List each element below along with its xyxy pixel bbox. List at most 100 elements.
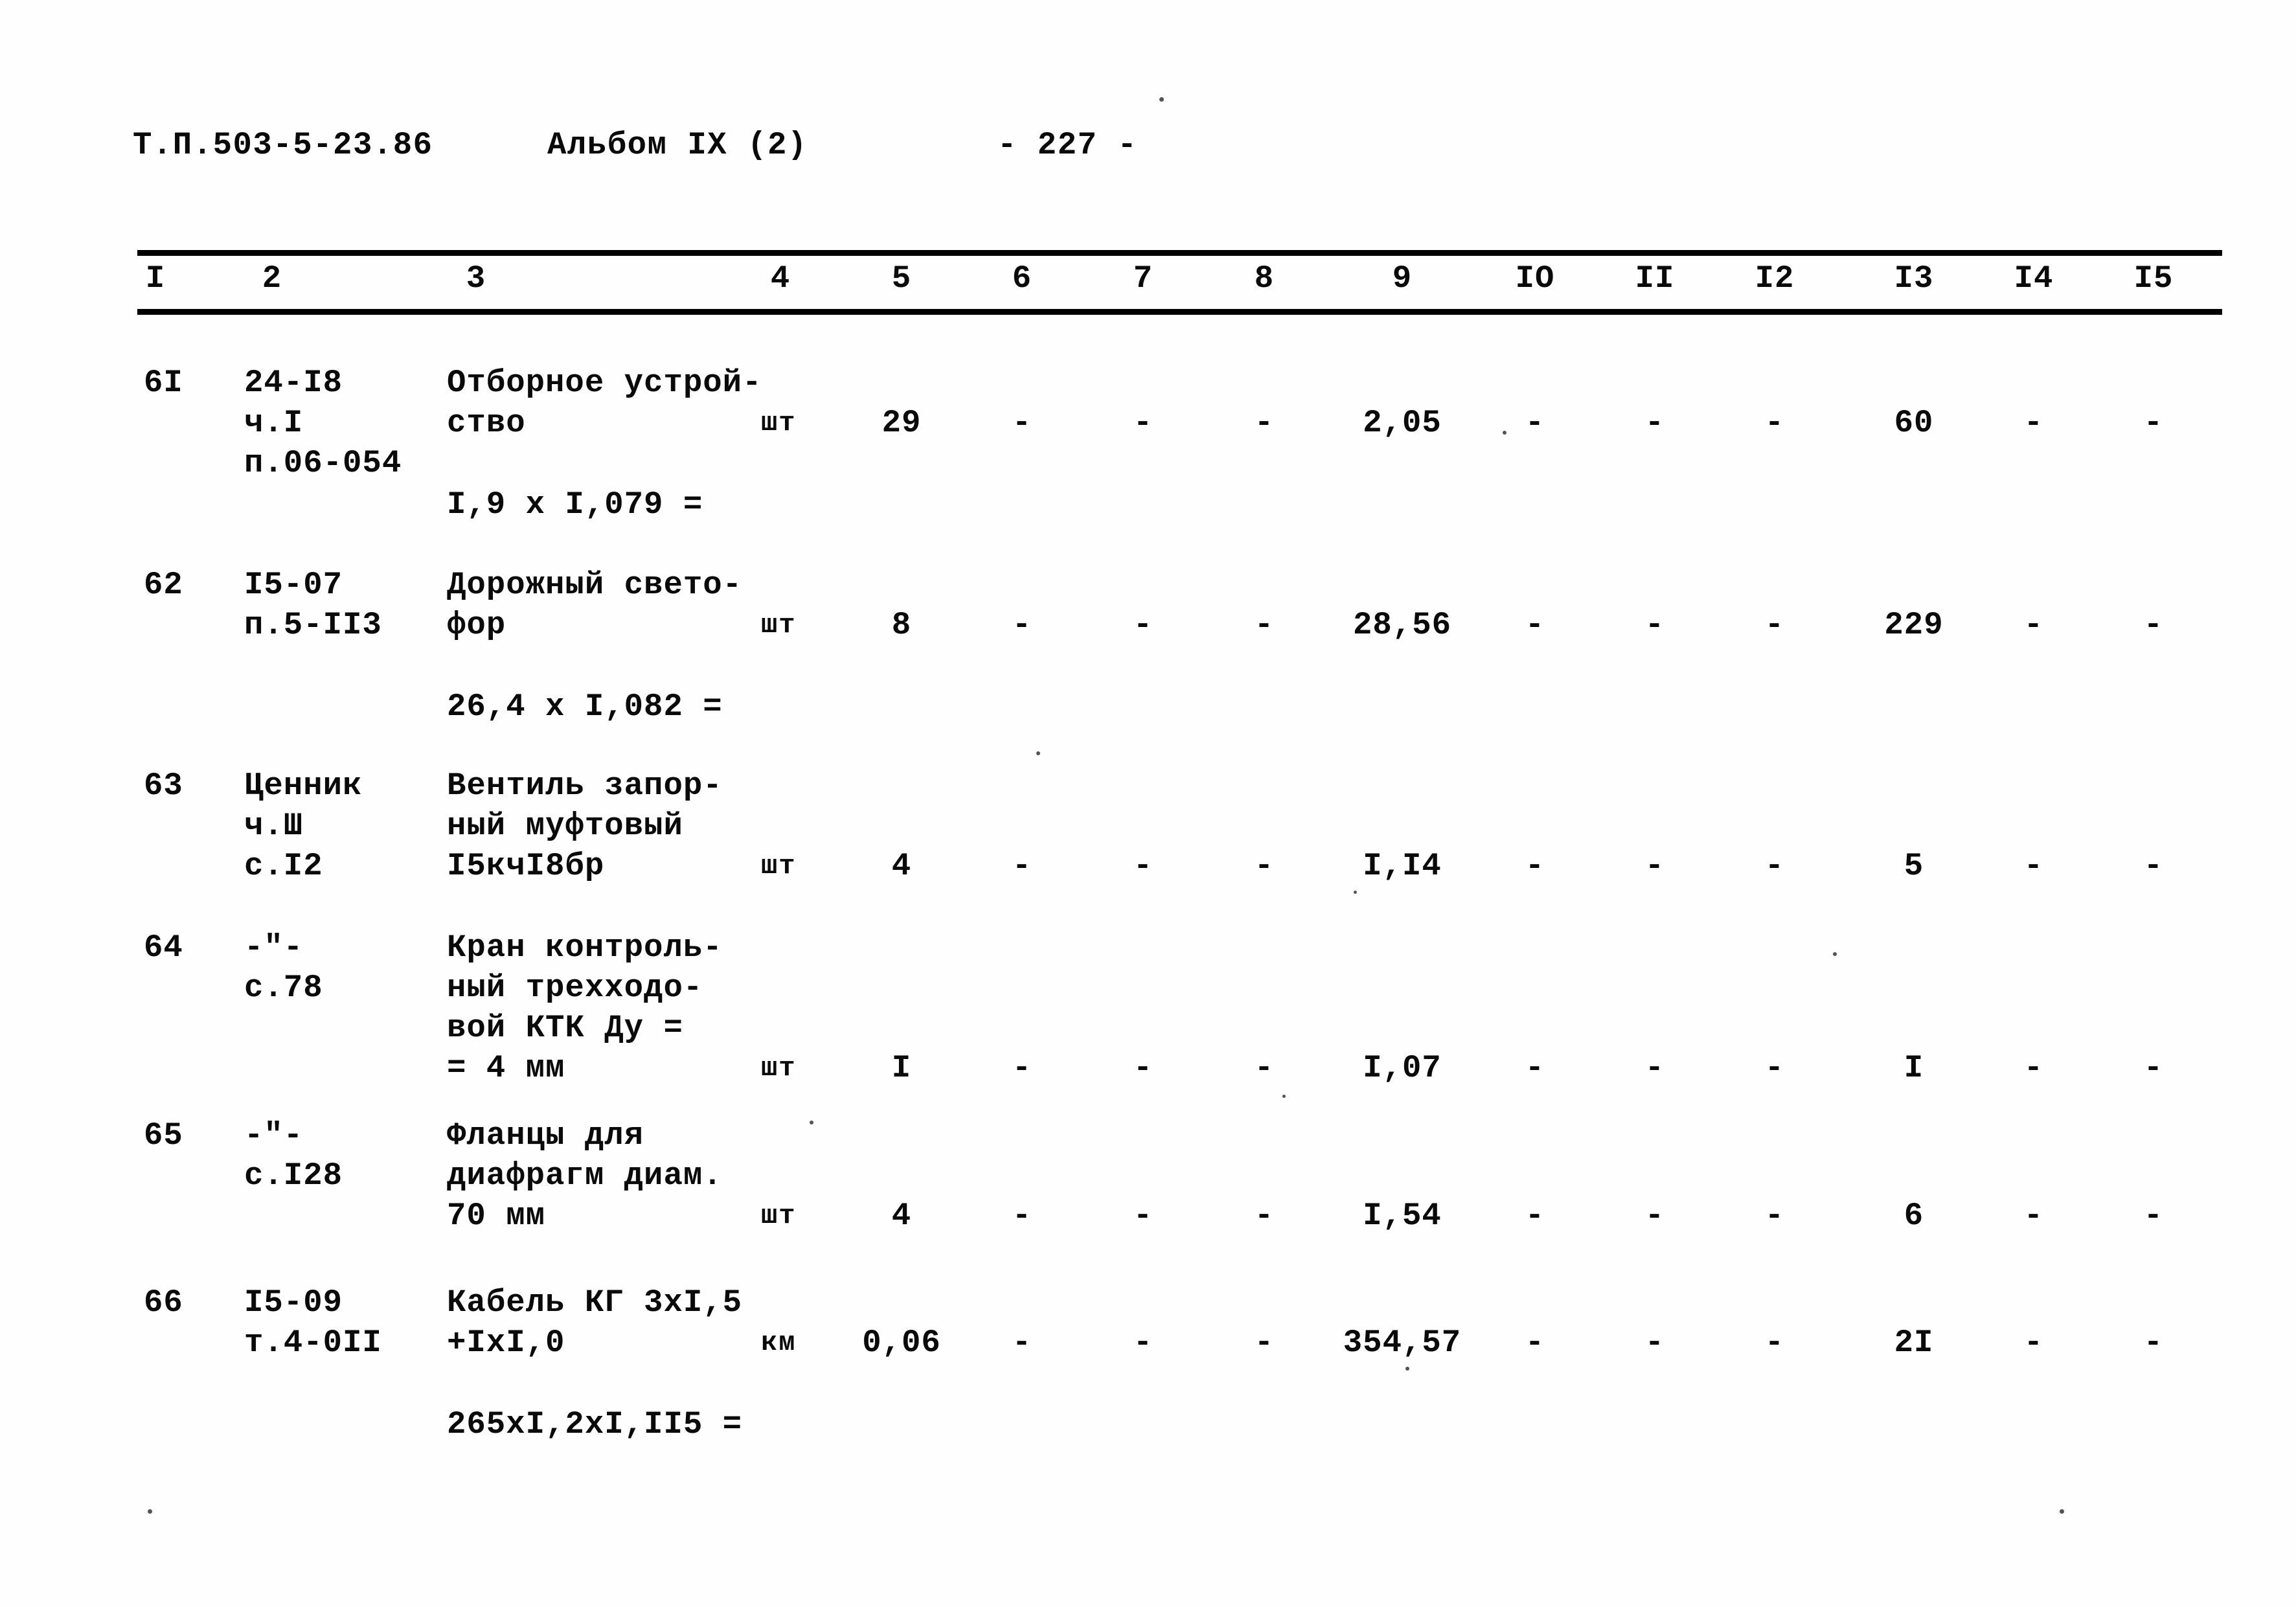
row-value-col-6: - xyxy=(1012,1198,1032,1234)
row-value-col-7: - xyxy=(1133,1325,1154,1361)
row-value-col-5: 4 xyxy=(891,1198,912,1234)
row-value-col-6: - xyxy=(1012,405,1032,441)
row-value-col-9: 354,57 xyxy=(1343,1325,1462,1361)
row-value-col-9: I,07 xyxy=(1363,1050,1442,1086)
row-reference-code: п.06-054 xyxy=(244,445,402,481)
row-description: Кабель КГ 3хI,5 xyxy=(447,1284,743,1321)
row-reference-code: с.I2 xyxy=(244,848,323,884)
row-value-col-15: - xyxy=(2143,848,2164,884)
row-description: ный муфтовый xyxy=(447,808,683,844)
row-value-col-9: 28,56 xyxy=(1352,607,1452,643)
row-unit: шт xyxy=(761,407,797,439)
column-header-1: I xyxy=(145,260,166,297)
column-header-4: 4 xyxy=(770,260,791,297)
row-description: фор xyxy=(447,607,506,643)
row-value-col-5: 29 xyxy=(881,405,922,441)
row-value-col-13: 6 xyxy=(1904,1198,1924,1234)
row-item-number: 66 xyxy=(144,1284,183,1321)
row-value-col-13: 229 xyxy=(1884,607,1944,643)
row-value-col-10: - xyxy=(1525,848,1545,884)
row-value-col-12: - xyxy=(1764,1325,1785,1361)
row-value-col-11: - xyxy=(1644,607,1665,643)
row-reference-code: с.I28 xyxy=(244,1157,343,1194)
row-value-col-14: - xyxy=(2023,405,2044,441)
row-value-col-12: - xyxy=(1764,1198,1785,1234)
row-value-col-9: I,54 xyxy=(1363,1198,1442,1234)
row-value-col-12: - xyxy=(1764,848,1785,884)
row-value-col-8: - xyxy=(1254,607,1275,643)
album-designation: Альбом IX (2) xyxy=(547,127,808,163)
column-header-13: I3 xyxy=(1894,260,1934,297)
row-value-col-8: - xyxy=(1254,1325,1275,1361)
row-value-col-10: - xyxy=(1525,1050,1545,1086)
row-value-col-15: - xyxy=(2143,607,2164,643)
row-reference-code: с.78 xyxy=(244,970,323,1006)
row-reference-code: -"- xyxy=(244,1117,304,1154)
row-value-col-11: - xyxy=(1644,1050,1665,1086)
row-value-col-9: 2,05 xyxy=(1363,405,1442,441)
row-value-col-10: - xyxy=(1525,405,1545,441)
row-value-col-10: - xyxy=(1525,607,1545,643)
column-header-6: 6 xyxy=(1012,260,1032,297)
column-header-5: 5 xyxy=(891,260,912,297)
row-value-col-5: 8 xyxy=(891,607,912,643)
row-value-col-7: - xyxy=(1133,405,1154,441)
page-number: - 227 - xyxy=(997,127,1138,163)
row-description: ство xyxy=(447,405,526,441)
row-value-col-8: - xyxy=(1254,405,1275,441)
row-unit: шт xyxy=(761,1200,797,1231)
row-value-col-12: - xyxy=(1764,1050,1785,1086)
row-reference-code: I5-07 xyxy=(244,567,343,603)
row-value-col-14: - xyxy=(2023,607,2044,643)
row-value-col-11: - xyxy=(1644,1325,1665,1361)
row-value-col-6: - xyxy=(1012,848,1032,884)
row-reference-code: п.5-II3 xyxy=(244,607,382,643)
row-value-col-7: - xyxy=(1133,1050,1154,1086)
table-column-header-row: I 2 3 4 5 6 7 8 9 IO II I2 I3 I4 I5 xyxy=(0,260,2296,306)
row-item-number: 65 xyxy=(144,1117,183,1154)
row-value-col-6: - xyxy=(1012,1325,1032,1361)
row-item-number: 64 xyxy=(144,929,183,966)
row-value-col-11: - xyxy=(1644,1198,1665,1234)
row-value-col-5: I xyxy=(891,1050,912,1086)
row-unit: шт xyxy=(761,850,797,882)
column-header-12: I2 xyxy=(1755,260,1795,297)
row-value-col-13: I xyxy=(1904,1050,1924,1086)
row-value-col-14: - xyxy=(2023,1050,2044,1086)
row-item-number: 62 xyxy=(144,567,183,603)
row-value-col-8: - xyxy=(1254,1198,1275,1234)
row-unit: шт xyxy=(761,610,797,641)
row-reference-code: ч.I xyxy=(244,405,304,441)
row-value-col-15: - xyxy=(2143,405,2164,441)
row-reference-code: 24-I8 xyxy=(244,365,343,401)
column-header-10: IO xyxy=(1515,260,1555,297)
row-reference-code: I5-09 xyxy=(244,1284,343,1321)
row-reference-code: ч.Ш xyxy=(244,808,304,844)
row-item-number: 6I xyxy=(144,365,183,401)
row-value-col-12: - xyxy=(1764,405,1785,441)
row-value-col-14: - xyxy=(2023,1198,2044,1234)
row-description: Дорожный свето- xyxy=(447,567,743,603)
row-description: ный трехходо- xyxy=(447,970,703,1006)
row-item-number: 63 xyxy=(144,768,183,804)
column-header-11: II xyxy=(1635,260,1675,297)
row-value-col-9: I,I4 xyxy=(1363,848,1442,884)
row-value-col-13: 5 xyxy=(1904,848,1924,884)
column-header-15: I5 xyxy=(2133,260,2174,297)
row-value-col-5: 4 xyxy=(891,848,912,884)
table-top-rule xyxy=(137,250,2222,256)
page-running-head: Т.П.503-5-23.86 Альбом IX (2) - 227 - xyxy=(0,127,2296,172)
row-value-col-14: - xyxy=(2023,1325,2044,1361)
row-value-col-10: - xyxy=(1525,1198,1545,1234)
table-header-rule xyxy=(137,309,2222,315)
row-description: I5кчI8бр xyxy=(447,848,605,884)
row-value-col-8: - xyxy=(1254,848,1275,884)
row-description: Фланцы для xyxy=(447,1117,644,1154)
document-code: Т.П.503-5-23.86 xyxy=(133,127,433,163)
row-description: диафрагм диам. xyxy=(447,1157,723,1194)
column-header-7: 7 xyxy=(1133,260,1154,297)
row-value-col-12: - xyxy=(1764,607,1785,643)
row-description: 70 мм xyxy=(447,1198,546,1234)
row-description: Отборное устрой- xyxy=(447,365,762,401)
row-value-col-7: - xyxy=(1133,607,1154,643)
